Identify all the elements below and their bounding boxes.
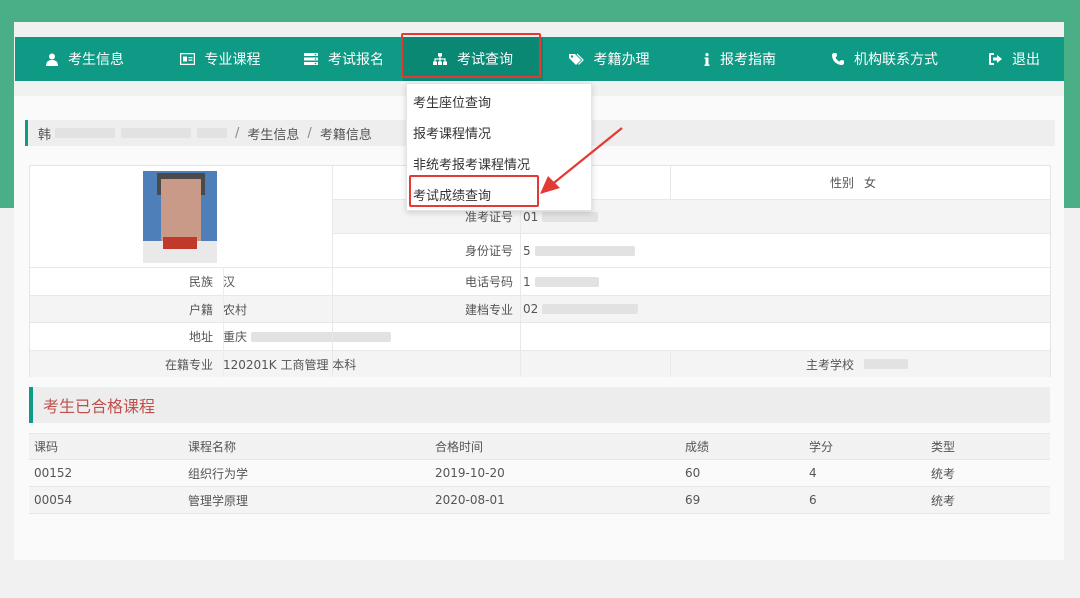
passed-courses-heading: 考生已合格课程: [29, 387, 1050, 423]
nav-logout[interactable]: 退出: [965, 37, 1064, 81]
info-row-ethnicity: 民族 汉 电话号码 1: [30, 267, 1050, 295]
nav-label: 考籍办理: [593, 52, 650, 68]
info-row-address: 地址 重庆: [30, 322, 1050, 350]
course-name: 组织行为学: [188, 466, 249, 481]
table-row: 00054 管理学原理 2020-08-01 69 6 统考: [29, 487, 1050, 514]
blurred-text: [251, 331, 392, 342]
menu-item-registered-courses[interactable]: 报考课程情况: [407, 119, 591, 150]
address-label: 地址: [188, 330, 213, 344]
header-course-name: 课程名称: [188, 440, 237, 454]
nav-label: 专业课程: [204, 52, 261, 68]
ethnicity-label: 民族: [188, 275, 213, 289]
ethnicity-value: 汉: [223, 275, 236, 289]
header-pass-date: 合格时间: [435, 440, 484, 454]
course-type: 统考: [931, 466, 956, 481]
breadcrumb-current: 考籍信息: [319, 127, 372, 143]
course-code: 00152: [34, 466, 73, 480]
id-number-label: 身份证号: [464, 244, 513, 258]
record-major-label: 建档专业: [464, 302, 513, 317]
nav-exam-guide[interactable]: 报考指南: [675, 37, 805, 81]
nav-major-courses[interactable]: 专业课程: [155, 37, 285, 81]
id-card-icon: [179, 53, 195, 65]
divider: [332, 166, 333, 377]
blurred-text: [55, 128, 116, 138]
breadcrumb-item[interactable]: 考生信息: [247, 124, 299, 143]
nav-label: 考生信息: [68, 52, 124, 68]
household-value: 农村: [223, 302, 248, 317]
address-value: 重庆: [223, 330, 248, 344]
nav-student-info[interactable]: 考生信息: [15, 37, 155, 81]
course-type: 统考: [931, 493, 956, 508]
nav-registry-handling[interactable]: 考籍办理: [543, 37, 675, 81]
header-score: 成绩: [685, 440, 710, 454]
divider: [670, 350, 671, 377]
household-label: 户籍: [188, 302, 213, 317]
blurred-text: [121, 128, 192, 138]
table-row: 00152 组织行为学 2019-10-20 60 4 统考: [29, 460, 1050, 487]
server-icon: [304, 53, 318, 65]
blurred-text: [542, 304, 639, 314]
sign-out-icon: [989, 53, 1002, 65]
gender-value: 女: [864, 176, 877, 190]
phone-value: 1: [523, 274, 531, 289]
top-band: [0, 0, 1080, 22]
nav-exam-registration[interactable]: 考试报名: [285, 37, 403, 81]
info-row-id-number: 身份证号 5: [332, 233, 1050, 267]
blurred-text: [534, 245, 635, 256]
blurred-text: [534, 276, 599, 287]
student-photo: [143, 171, 217, 263]
blurred-text: [197, 128, 228, 138]
credits: 4: [809, 466, 817, 480]
credits: 6: [809, 493, 817, 507]
id-number-value: 5: [523, 243, 531, 258]
blurred-text: [542, 211, 599, 222]
blurred-text: [864, 359, 908, 369]
gender-label: 性别: [829, 176, 854, 190]
info-icon: [704, 52, 710, 66]
pass-date: 2020-08-01: [435, 493, 505, 507]
score: 60: [685, 466, 701, 480]
divider: [223, 267, 224, 377]
tags-icon: [568, 53, 584, 66]
breadcrumb-separator: /: [235, 125, 240, 141]
user-icon: [46, 53, 58, 66]
side-band-right: [1064, 22, 1080, 208]
course-name: 管理学原理: [188, 493, 249, 508]
enrolled-major-value: 120201K 工商管理 本科: [223, 357, 357, 372]
nav-label: 退出: [1012, 52, 1040, 68]
breadcrumb-user: 韩: [38, 127, 52, 143]
record-major-value: 02: [523, 302, 539, 316]
divider: [670, 166, 671, 200]
info-row-household: 户籍 农村 建档专业 02: [30, 295, 1050, 322]
enrolled-major-label: 在籍专业: [164, 357, 213, 372]
menu-highlight-box: [409, 175, 539, 207]
table-header-row: 课码 课程名称 合格时间 成绩 学分 类型: [29, 433, 1050, 460]
header-course-code: 课码: [34, 440, 59, 454]
phone-label: 电话号码: [464, 275, 513, 289]
school-label: 主考学校: [805, 357, 854, 372]
nav-highlight-box: [401, 33, 541, 78]
passed-courses-table: 课码 课程名称 合格时间 成绩 学分 类型 00152 组织行为学 2019-1…: [29, 433, 1050, 514]
header-type: 类型: [931, 440, 956, 454]
info-row-enrolled-major: 在籍专业 120201K 工商管理 本科 主考学校: [30, 350, 1050, 377]
nav-contact[interactable]: 机构联系方式: [805, 37, 965, 81]
nav-label: 机构联系方式: [854, 52, 938, 68]
breadcrumb-separator: /: [307, 125, 312, 141]
nav-label: 考试报名: [328, 52, 384, 68]
pass-date: 2019-10-20: [435, 466, 505, 480]
phone-icon: [832, 53, 844, 65]
score: 69: [685, 493, 701, 507]
header-credits: 学分: [809, 440, 834, 454]
nav-label: 报考指南: [720, 52, 776, 68]
menu-item-seat-query[interactable]: 考生座位查询: [407, 88, 591, 119]
side-band-left: [0, 22, 14, 208]
course-code: 00054: [34, 493, 73, 507]
